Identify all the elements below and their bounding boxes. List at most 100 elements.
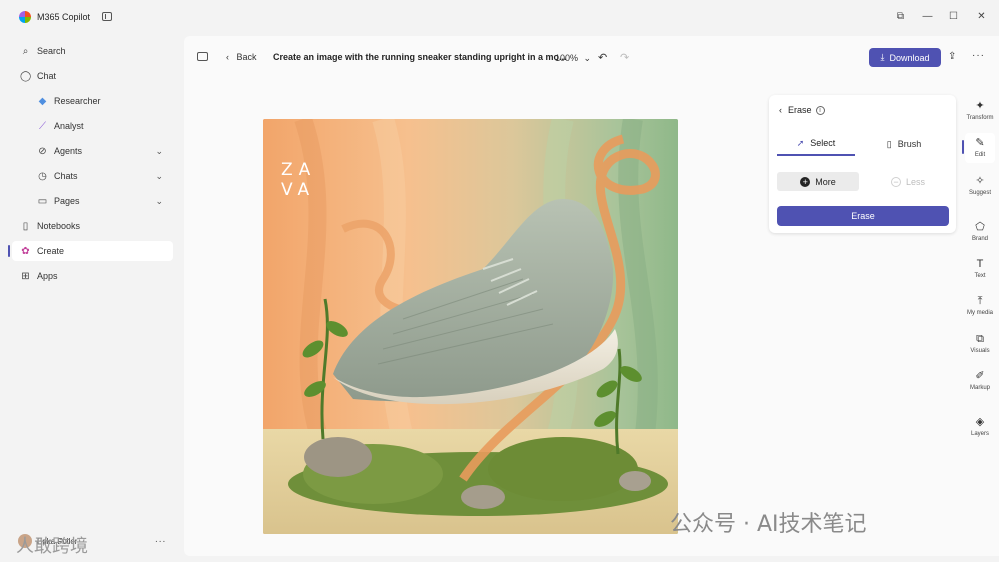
info-icon[interactable]: i [815, 105, 825, 115]
chevron-down-icon[interactable]: ⌄ [155, 146, 163, 157]
pages-icon: ▭ [37, 195, 48, 207]
more-options-icon[interactable]: ... [155, 534, 166, 545]
erase-button[interactable]: Erase [777, 206, 949, 226]
more-label: More [815, 176, 836, 187]
sidebar-item-label: Search [37, 46, 66, 56]
copilot-logo-icon [19, 11, 31, 23]
zoom-select[interactable]: 100% ⌄ [555, 53, 591, 64]
rail-label: Text [974, 273, 986, 279]
less-button[interactable]: − Less [867, 172, 949, 191]
undo-icon[interactable]: ↶ [598, 51, 607, 64]
tab-select[interactable]: ➚ Select [777, 132, 855, 156]
sidebar-item-search[interactable]: ⌕ Search [20, 41, 66, 61]
create-icon: ✿ [21, 245, 30, 257]
more-button[interactable]: + More [777, 172, 859, 191]
sidebar-item-label: Apps [37, 271, 58, 281]
rail-label: Visuals [970, 348, 990, 354]
sidebar-item-apps[interactable]: ⊞ Apps [20, 266, 58, 286]
erase-title: Erase [788, 105, 812, 115]
sidebar-item-label: Researcher [54, 96, 101, 106]
chat-icon: ◯ [20, 70, 32, 82]
sidebar-item-label: Chats [54, 171, 78, 181]
rail-label: Edit [974, 152, 986, 158]
rail-item-edit[interactable]: ✎ Edit [962, 137, 998, 158]
sidebar-item-pages[interactable]: ▭ Pages ⌄ [37, 191, 167, 211]
active-indicator [8, 245, 10, 257]
rail-item-transform[interactable]: ✦ Transform [962, 100, 998, 121]
rail-item-suggest[interactable]: ✧ Suggest [962, 175, 998, 196]
tab-brush[interactable]: ▯ Brush [865, 132, 943, 156]
agents-icon: ⊘ [38, 145, 47, 157]
my-media-icon: ⤒ [977, 295, 983, 307]
back-label: Back [236, 52, 257, 62]
rail-label: Suggest [968, 190, 992, 196]
analyst-icon: ⟋ [39, 120, 46, 132]
researcher-icon: ◆ [38, 95, 47, 107]
layers-icon: ◈ [975, 416, 985, 428]
sneaker-scene: ZA VA [263, 119, 678, 534]
document-title: Create an image with the running sneaker… [273, 52, 567, 62]
notebooks-icon: ▯ [22, 220, 29, 232]
sidebar-toggle-icon[interactable] [102, 12, 112, 21]
rail-item-my-media[interactable]: ⤒ My media [962, 295, 998, 316]
rail-label: Layers [970, 431, 989, 437]
redo-icon[interactable]: ↷ [620, 51, 629, 64]
tab-label: Brush [897, 139, 922, 149]
sidebar-item-label: Pages [54, 196, 80, 206]
suggest-icon: ✧ [975, 175, 985, 187]
rail-label: My media [966, 310, 993, 316]
generated-image[interactable]: ZA VA [263, 119, 678, 534]
rail-label: Brand [971, 236, 988, 242]
chevron-left-icon[interactable]: ‹ [779, 105, 782, 115]
back-button[interactable]: ‹ Back [226, 52, 257, 62]
maximize-icon[interactable]: ☐ [948, 11, 959, 22]
app-title: M365 Copilot [37, 12, 91, 22]
markup-icon: ✐ [975, 370, 985, 382]
rail-label: Transform [966, 115, 994, 121]
watermark-left: 人敢跨境 [16, 536, 88, 557]
download-button[interactable]: ⤓ Download [869, 48, 941, 67]
rail-item-brand[interactable]: ⬠ Brand [962, 221, 998, 242]
add-circle-icon: + [800, 176, 811, 187]
sidebar-item-label: Create [37, 246, 65, 256]
title-bar: M365 Copilot ⧉ — ☐ ✕ [0, 0, 999, 34]
minimize-icon[interactable]: — [922, 11, 933, 22]
text-icon: T [976, 258, 984, 270]
close-icon[interactable]: ✕ [976, 11, 987, 22]
sidebar-item-label: Analyst [54, 121, 84, 131]
less-label: Less [905, 176, 925, 187]
edit-icon: ✎ [975, 137, 985, 149]
zava-logo-line2: VA [281, 180, 315, 200]
rail-item-visuals[interactable]: ⧉ Visuals [962, 333, 998, 354]
sidebar-item-label: Notebooks [37, 221, 81, 231]
chevron-down-icon: ⌄ [583, 53, 592, 63]
rail-item-text[interactable]: T Text [962, 258, 998, 279]
sidebar-item-agents[interactable]: ⊘ Agents ⌄ [37, 141, 167, 161]
sidebar-item-chat[interactable]: ◯ Chat [20, 66, 56, 86]
more-icon[interactable]: ··· [972, 50, 985, 61]
chats-icon: ◷ [38, 170, 47, 182]
sidebar-item-analyst[interactable]: ⟋ Analyst [37, 116, 84, 136]
brand-icon: ⬠ [975, 221, 985, 233]
search-icon: ⌕ [22, 45, 29, 57]
erase-panel: ‹ Erase i ➚ Select ▯ Brush + More − Less… [769, 95, 956, 233]
zoom-value: 100% [555, 53, 579, 63]
transform-icon: ✦ [975, 100, 985, 112]
sidebar-item-researcher[interactable]: ◆ Researcher [37, 91, 101, 111]
sidebar-item-chats[interactable]: ◷ Chats ⌄ [37, 166, 167, 186]
panel-toggle-icon[interactable] [197, 52, 208, 61]
chevron-down-icon[interactable]: ⌄ [155, 196, 163, 207]
sidebar-item-create[interactable]: ✿ Create [20, 241, 64, 261]
rail-item-layers[interactable]: ◈ Layers [962, 416, 998, 437]
cursor-select-icon: ➚ [796, 137, 805, 148]
rail-item-markup[interactable]: ✐ Markup [962, 370, 998, 391]
download-icon: ⤓ [880, 52, 885, 62]
open-in-window-icon[interactable]: ⧉ [895, 11, 906, 22]
download-label: Download [889, 52, 930, 63]
share-icon[interactable]: ⇪ [948, 51, 956, 62]
sidebar-item-label: Agents [54, 146, 83, 156]
rail-label: Markup [969, 385, 990, 391]
chevron-down-icon[interactable]: ⌄ [155, 171, 163, 182]
sidebar-item-notebooks[interactable]: ▯ Notebooks [20, 216, 80, 236]
subtract-circle-icon: − [890, 176, 901, 187]
